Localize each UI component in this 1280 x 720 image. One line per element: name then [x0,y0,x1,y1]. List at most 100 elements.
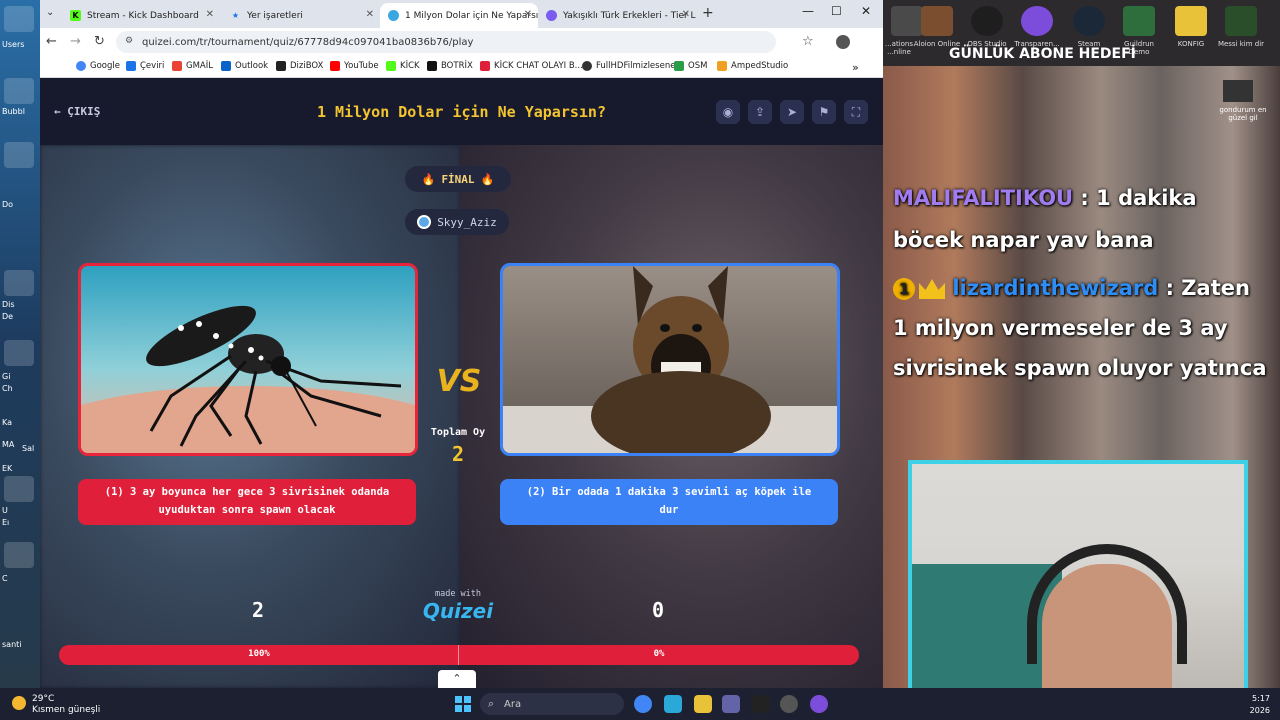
option-2-button[interactable]: (2) Bir odada 1 dakika 3 sevimli aç köpe… [500,479,838,525]
desktop-icon[interactable] [4,476,34,502]
bookmark-item[interactable]: GMAİL [172,61,213,71]
chat-message-continued: sivrisinek spawn oluyor yatınca [893,356,1267,380]
bookmark-item[interactable]: Çeviri [126,61,164,71]
fire-icon: 🔥 [480,172,495,186]
fullscreen-icon[interactable]: ⛶ [844,100,868,124]
new-tab-button[interactable]: + [702,5,714,21]
desktop-icon[interactable] [4,270,34,296]
tierlist-favicon-icon [546,10,557,21]
bookmarks-bar: Google Çeviri GMAİL Outlook DiziBOX YouT… [40,56,883,78]
bookmark-item[interactable]: KİCK [386,61,420,71]
reload-icon[interactable]: ↻ [94,34,105,49]
bookmark-item[interactable]: YouTube [330,61,379,71]
desktop-file-icon[interactable] [1223,80,1253,102]
close-tab-icon[interactable]: ✕ [366,9,374,20]
tab-bar: ⌄ K Stream - Kick Dashboard ✕ ★ Yer işar… [40,0,883,28]
tab-tier-list[interactable]: Yakışıklı Türk Erkekleri - Tier Lis ✕ [538,3,696,28]
app-icon[interactable] [891,6,923,36]
profile-avatar[interactable] [836,35,850,49]
osm-icon [674,61,684,71]
desktop-icon[interactable] [4,6,34,32]
tab-quiz[interactable]: 1 Milyon Dolar için Ne Yaparsın ✕ [380,3,538,28]
film-icon [582,61,592,71]
send-icon[interactable]: ➤ [780,100,804,124]
vs-logo: VS [436,364,482,399]
quizei-logo[interactable]: Quizei [420,599,496,623]
forward-icon[interactable]: → [70,34,81,49]
botrix-icon [427,61,437,71]
desktop-icon[interactable] [4,542,34,568]
desktop-icon-label: MA [2,440,15,449]
google-icon [76,61,86,71]
chat-app-icon[interactable] [810,695,828,713]
share-icon[interactable]: ⇪ [748,100,772,124]
maximize-button[interactable]: ☐ [831,4,842,18]
back-icon[interactable]: ← [46,34,57,49]
desktop-icon-label: Ch [2,384,13,393]
kick-icon [386,61,396,71]
eye-icon[interactable]: ◉ [716,100,740,124]
option-1-card[interactable] [78,263,418,456]
app-icon[interactable] [780,695,798,713]
start-button[interactable] [455,696,471,712]
taskbar-search[interactable]: ⌕ Ara [480,693,624,715]
app-icon[interactable] [1225,6,1257,36]
guildrun-icon[interactable] [1123,6,1155,36]
folder-icon[interactable] [1175,6,1207,36]
site-info-icon[interactable]: ⚙ [125,36,133,46]
translate-icon [126,61,136,71]
desktop-icon-label: De [2,312,14,321]
transparent-app-icon[interactable] [1021,6,1053,36]
app-icon[interactable] [921,6,953,36]
app-icon[interactable] [664,695,682,713]
chevron-up-icon[interactable]: ⌃ [438,670,476,688]
bookmark-item[interactable]: Google [76,61,120,71]
epic-games-icon[interactable] [752,695,770,713]
desktop-icon[interactable] [4,78,34,104]
option-2-card[interactable] [500,263,840,456]
obs-icon[interactable] [971,6,1003,36]
bookmark-item[interactable]: BOTRİX [427,61,473,71]
tab-kick-dashboard[interactable]: K Stream - Kick Dashboard ✕ [62,3,220,28]
bookmark-star-icon[interactable]: ☆ [802,34,814,49]
subscriber-badge-icon: 1 [893,278,915,300]
tab-search-chevron-icon[interactable]: ⌄ [46,7,54,18]
taskbar-clock[interactable]: 5:17 2026 [1248,693,1270,717]
bookmark-item[interactable]: OSM [674,61,707,71]
navigation-bar: ← → ↻ ⚙ quizei.com/tr/tournament/quiz/67… [40,28,883,56]
bookmark-item[interactable]: AmpedStudio [717,61,788,71]
close-tab-icon[interactable]: ✕ [524,9,532,20]
quizei-favicon-icon [388,10,399,21]
desktop-file-label: gondurum en güzel gil [1219,106,1267,122]
goal-counter: 0 [807,48,816,63]
teams-icon[interactable] [722,695,740,713]
more-bookmarks-icon[interactable]: » [852,61,859,74]
minimize-button[interactable]: — [802,4,814,18]
bookmark-item[interactable]: KİCK CHAT OLAYI B... [480,61,583,71]
made-with-label: made with [434,589,482,599]
option-1-percent: 100% [248,649,270,659]
close-window-button[interactable]: ✕ [861,4,871,18]
file-explorer-icon[interactable] [694,695,712,713]
bar-divider [458,645,459,665]
tab-label: Yer işaretleri [247,10,303,21]
bookmark-item[interactable]: Outlook [221,61,268,71]
option-1-votes: 2 [251,598,265,622]
headphones-icon [1027,544,1187,664]
flag-icon[interactable]: ⚑ [812,100,836,124]
sun-icon [12,696,26,710]
bookmark-item[interactable]: FullHDFilmizlesene [582,61,675,71]
desktop-icon[interactable] [4,142,34,168]
bookmark-item[interactable]: DiziBOX [276,61,323,71]
desktop-icon[interactable] [4,340,34,366]
steam-icon[interactable] [1073,6,1105,36]
desktop-left-strip: Users Bubbl Do Dis De Gi Ch Ka MA Sal EK… [0,0,40,688]
close-tab-icon[interactable]: ✕ [206,9,214,20]
desktop-icon-label: Eı [2,518,10,527]
close-tab-icon[interactable]: ✕ [682,9,690,20]
address-bar[interactable]: ⚙ quizei.com/tr/tournament/quiz/67778d94… [116,31,776,53]
chrome-icon[interactable] [634,695,652,713]
option-1-button[interactable]: (1) 3 ay boyunca her gece 3 sivrisinek o… [78,479,416,525]
tab-bookmarks[interactable]: ★ Yer işaretleri ✕ [222,3,380,28]
browser-window: ⌄ K Stream - Kick Dashboard ✕ ★ Yer işar… [40,0,883,688]
